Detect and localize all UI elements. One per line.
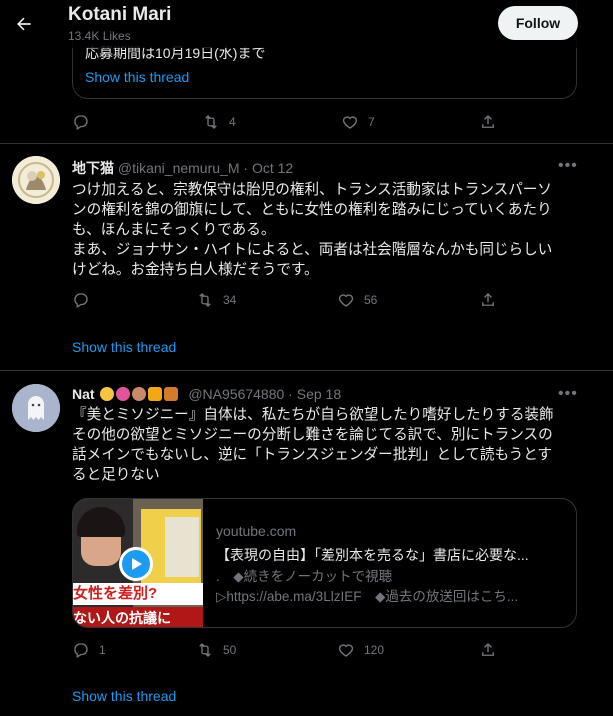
divider xyxy=(0,143,613,144)
quoted-show-thread-link[interactable]: Show this thread xyxy=(85,69,189,85)
reply-icon xyxy=(74,643,88,658)
author-handle[interactable]: @NA95674880 xyxy=(188,386,284,402)
tweet-text: 『美とミソジニー』自体は、私たちが自ら欲望したり嗜好したりする装飾 その他の欲望… xyxy=(72,405,572,485)
beer-icon xyxy=(148,387,163,401)
thumbnail-caption: ない人の抗議に xyxy=(73,607,203,627)
follow-button[interactable]: Follow xyxy=(498,6,578,40)
tweet-text-line: その他の欲望とミソジニーの分断し難さを論じてる訳で、別にトランスの xyxy=(72,427,553,443)
retweet-button[interactable]: 34 xyxy=(196,291,236,309)
emoji-icon xyxy=(100,387,115,401)
tweet-text-line: つけ加えると、宗教保守は胎児の権利、トランス活動家はトランスパーソ xyxy=(72,182,552,198)
show-thread-link[interactable]: Show this thread xyxy=(72,688,176,704)
retweet-count: 4 xyxy=(229,115,236,129)
reply-count: 1 xyxy=(99,643,106,657)
tweet-date[interactable]: Oct 12 xyxy=(252,160,293,176)
tweet-0-actions: 4 7 xyxy=(72,113,532,133)
card-description: . ◆続きをノーカットで視聴 ▷https://abe.ma/3LlzIEF ◆… xyxy=(216,567,566,607)
retweet-button[interactable]: 4 xyxy=(202,113,236,131)
retweet-button[interactable]: 50 xyxy=(196,641,236,659)
share-icon xyxy=(482,115,494,128)
tweet-header: Nat @NA95674880 · Sep 18 xyxy=(72,386,342,402)
reply-button[interactable] xyxy=(72,113,90,131)
profile-header: Kotani Mari 13.4K Likes Follow xyxy=(0,0,613,48)
tweet-2-actions: 1 50 120 xyxy=(72,641,532,661)
like-count: 7 xyxy=(368,115,375,129)
tweet-text-line: ンの権利を錦の御旗にして、ともに女性の権利を踏みにじっていくあたり xyxy=(72,202,552,218)
card-domain: youtube.com xyxy=(216,523,297,539)
tweet-text-line: けどね。お金持ち白人様だそうです。 xyxy=(72,262,319,278)
divider xyxy=(0,370,613,371)
like-count: 120 xyxy=(364,643,385,657)
thumbnail-caption: 女性を差別? xyxy=(73,583,203,605)
reply-button[interactable]: 1 xyxy=(72,641,106,659)
tweet-text-line: まあ、ジョナサン・ハイトによると、両者は社会階層なんかも同じらしい xyxy=(72,242,553,258)
name-emoji-icons xyxy=(98,386,182,402)
tweet-text-line: ると足りない xyxy=(72,467,160,483)
tweet-text: つけ加えると、宗教保守は胎児の権利、トランス活動家はトランスパーソ ンの権利を錦… xyxy=(72,180,572,280)
avatar-cat-icon xyxy=(12,156,60,204)
like-count: 56 xyxy=(364,293,378,307)
avatar[interactable] xyxy=(12,156,60,204)
share-icon xyxy=(482,293,494,306)
author-name[interactable]: Nat xyxy=(72,386,95,402)
tweet-header: 地下猫 @tikani_nemuru_M · Oct 12 xyxy=(72,160,294,176)
card-title: 【表現の自由】「差別本を売るな」書店に必要な... xyxy=(216,547,529,563)
emoji-icon xyxy=(132,387,147,401)
back-button[interactable] xyxy=(10,10,38,38)
more-icon[interactable]: ••• xyxy=(558,385,578,403)
video-thumbnail: 女性を差別? ない人の抗議に xyxy=(73,499,203,627)
show-thread-link[interactable]: Show this thread xyxy=(72,339,176,355)
retweet-icon xyxy=(199,293,211,307)
author-handle[interactable]: @tikani_nemuru_M xyxy=(118,160,240,176)
like-icon xyxy=(342,116,358,129)
link-card[interactable]: 女性を差別? ない人の抗議に youtube.com 【表現の自由】「差別本を売… xyxy=(72,498,577,628)
reply-button[interactable] xyxy=(72,291,90,309)
profile-name: Kotani Mari xyxy=(68,4,172,25)
share-button[interactable] xyxy=(479,291,497,309)
like-button[interactable]: 120 xyxy=(337,641,384,659)
tweet-text-line: も、ほんまにそっくりである。 xyxy=(72,222,276,238)
back-arrow-icon xyxy=(17,17,31,31)
retweet-count: 34 xyxy=(223,293,237,307)
tweet-text-line: 『美とミソジニー』自体は、私たちが自ら欲望したり嗜好したりする装飾 xyxy=(72,407,554,423)
card-description-line: . ◆続きをノーカットで視聴 xyxy=(216,569,393,584)
retweet-count: 50 xyxy=(223,643,237,657)
like-icon xyxy=(338,644,354,657)
share-icon xyxy=(482,643,494,656)
like-icon xyxy=(338,294,354,307)
reply-icon xyxy=(74,115,88,130)
tweet-1-actions: 34 56 xyxy=(72,291,532,311)
reply-icon xyxy=(74,293,88,308)
emoji-icon xyxy=(116,387,131,401)
like-button[interactable]: 7 xyxy=(341,113,375,131)
glass-icon xyxy=(164,387,179,401)
share-button[interactable] xyxy=(479,113,497,131)
retweet-icon xyxy=(199,643,211,657)
likes-count: 13.4K Likes xyxy=(68,29,131,43)
avatar[interactable] xyxy=(12,384,60,432)
tweet-text-line: 話メインでもないし、逆に「トランスジェンダー批判」として読もうとす xyxy=(72,447,552,463)
retweet-icon xyxy=(205,115,217,129)
like-button[interactable]: 56 xyxy=(337,291,377,309)
share-button[interactable] xyxy=(479,641,497,659)
avatar-ghost-icon xyxy=(12,384,60,432)
more-icon[interactable]: ••• xyxy=(558,157,578,175)
play-icon[interactable] xyxy=(119,547,153,581)
card-description-line: ▷https://abe.ma/3LlzIEF ◆過去の放送回はこち... xyxy=(216,589,519,604)
tweet-date[interactable]: Sep 18 xyxy=(297,386,341,402)
author-name[interactable]: 地下猫 xyxy=(72,160,114,176)
